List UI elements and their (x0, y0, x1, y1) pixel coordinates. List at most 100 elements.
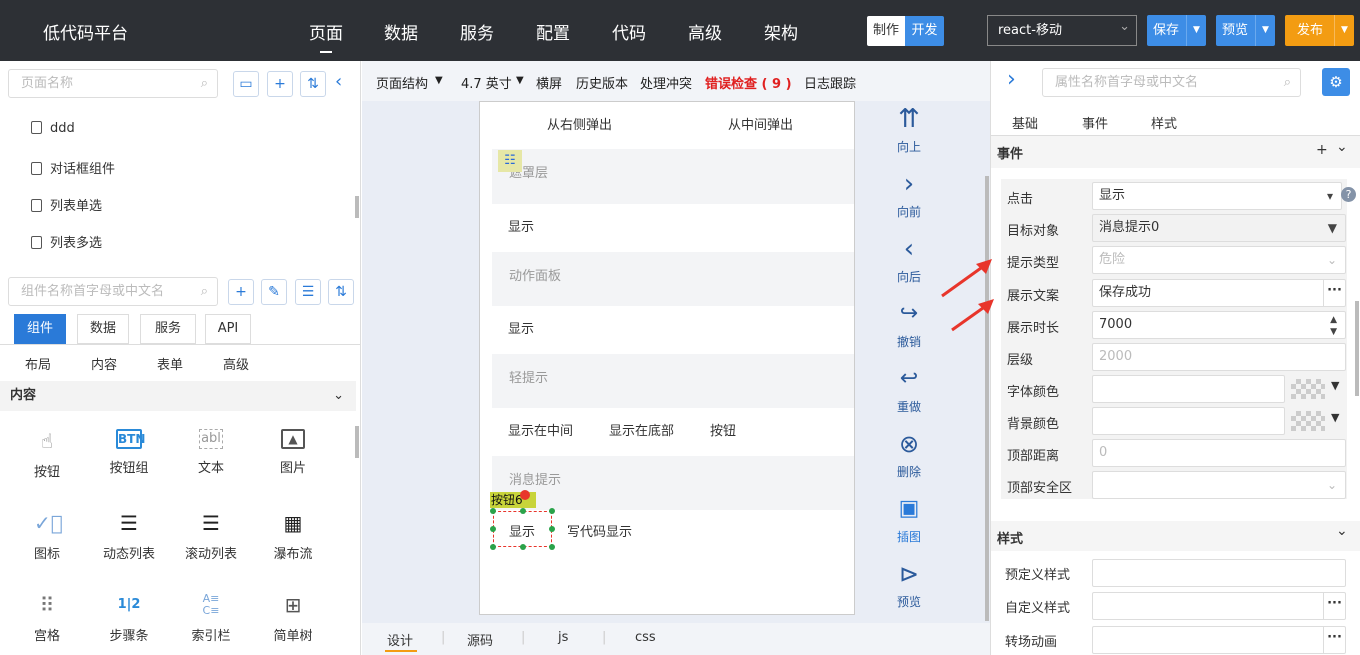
resize-handle[interactable] (520, 508, 526, 514)
resize-handle[interactable] (490, 508, 496, 514)
tab-css[interactable]: css (635, 630, 656, 645)
resize-handle[interactable] (549, 526, 555, 532)
scrollbar[interactable] (355, 196, 359, 218)
tab-data[interactable]: 数据 (77, 314, 129, 344)
more-icon[interactable]: ··· (1323, 280, 1345, 306)
component-scroll-list[interactable]: ☰ 滚动列表 (176, 511, 246, 562)
event-trigger-select[interactable]: 显示 ▾ (1092, 182, 1342, 210)
popup-center-button[interactable]: 从中间弹出 (728, 114, 793, 133)
list-order-icon[interactable]: ☰ (295, 279, 321, 305)
tip-type-select[interactable]: 危险 ⌄ (1092, 246, 1346, 274)
selection-box[interactable] (493, 511, 552, 547)
design-canvas[interactable]: 从右侧弹出 从中间弹出 遮罩层 ☷ 显示 动作面板 显示 轻提示 显示在中间 显… (362, 101, 990, 623)
stepper-icon[interactable]: ▲ ▼ (1330, 314, 1337, 338)
subtab-form[interactable]: 表单 (157, 354, 183, 373)
preview-play-button[interactable]: ⊳ 预览 (879, 559, 939, 610)
caret-down-icon[interactable]: ▼ (516, 75, 524, 86)
tab-component[interactable]: 组件 (14, 314, 66, 344)
subtab-advanced[interactable]: 高级 (223, 354, 249, 373)
mode-make-button[interactable]: 制作 (867, 16, 905, 46)
chevron-down-icon[interactable]: ⌄ (1336, 139, 1348, 155)
caret-down-icon[interactable]: ▼ (1255, 15, 1275, 46)
pin-icon[interactable] (520, 490, 530, 500)
target-select[interactable]: 消息提示0 ▼ (1092, 214, 1346, 242)
toast-center-button[interactable]: 显示在中间 (508, 420, 573, 439)
component-button[interactable]: ☝ 按钮 (12, 429, 82, 480)
delete-button[interactable]: ⊗ 删除 (879, 429, 939, 480)
component-image[interactable]: ▲ 图片 (258, 429, 328, 476)
nav-architecture[interactable]: 架构 (764, 19, 798, 44)
toast-bottom-button[interactable]: 显示在底部 (609, 420, 674, 439)
property-search-input[interactable]: 属性名称首字母或中文名 ⌕ (1042, 68, 1301, 97)
component-steps[interactable]: 1|2 步骤条 (94, 593, 164, 644)
predefined-style-input[interactable] (1092, 559, 1346, 587)
color-swatch[interactable] (1291, 411, 1325, 431)
color-swatch[interactable] (1291, 379, 1325, 399)
nav-advanced[interactable]: 高级 (688, 19, 722, 44)
page-item[interactable]: 列表单选 (31, 195, 102, 214)
mode-dev-button[interactable]: 开发 (905, 16, 944, 46)
component-text[interactable]: abl 文本 (176, 429, 246, 476)
caret-down-icon[interactable]: ▼ (1186, 15, 1206, 46)
mask-show-button[interactable]: 显示 (508, 216, 534, 235)
page-search-input[interactable]: 页面名称 ⌕ (8, 69, 218, 98)
sort-icon[interactable]: ⇅ (300, 71, 326, 97)
transition-input[interactable]: ··· (1092, 626, 1346, 654)
list-tool-icon[interactable]: ☷ (498, 150, 522, 172)
tab-js[interactable]: js (558, 630, 568, 645)
resize-handle[interactable] (490, 544, 496, 550)
style-section-header[interactable]: 样式 ⌄ (991, 521, 1360, 551)
add-page-icon[interactable]: + (267, 71, 293, 97)
device-size-select[interactable]: 4.7 英寸 (461, 73, 512, 92)
page-item[interactable]: 对话框组件 (31, 158, 115, 177)
component-dynamic-list[interactable]: ☰ 动态列表 (94, 511, 164, 562)
sort-icon[interactable]: ⇅ (328, 279, 354, 305)
more-icon[interactable]: ··· (1323, 593, 1345, 619)
resize-handle[interactable] (490, 526, 496, 532)
top-distance-input[interactable]: 0 (1092, 439, 1346, 467)
nav-data[interactable]: 数据 (384, 19, 418, 44)
component-icon[interactable]: ✓⃝ 图标 (12, 511, 82, 562)
history-button[interactable]: 历史版本 (576, 73, 628, 92)
subtab-content[interactable]: 内容 (91, 354, 117, 373)
scrollbar[interactable] (985, 176, 989, 621)
redo-button[interactable]: ↩ 重做 (879, 364, 939, 415)
app-select[interactable]: react-移动 (987, 12, 1137, 46)
component-simple-tree[interactable]: ⊞ 简单树 (258, 593, 328, 644)
tab-style[interactable]: 样式 (1151, 113, 1177, 132)
resize-handle[interactable] (549, 544, 555, 550)
add-component-icon[interactable]: + (228, 279, 254, 305)
z-index-input[interactable]: 2000 (1092, 343, 1346, 371)
tab-design[interactable]: 设计 (387, 630, 413, 649)
caret-down-icon[interactable]: ▼ (1334, 15, 1354, 46)
error-check-button[interactable]: 错误检查 ( 9 ) (705, 73, 792, 92)
events-section-header[interactable]: 事件 + ⌄ (991, 136, 1360, 168)
caret-down-icon[interactable]: ▼ (435, 75, 443, 86)
tab-source[interactable]: 源码 (467, 630, 493, 649)
nav-page[interactable]: 页面 (309, 19, 343, 53)
component-button-group[interactable]: BTN 按钮组 (94, 429, 164, 476)
component-grid[interactable]: ⠿ 宫格 (12, 593, 82, 644)
component-search-input[interactable]: 组件名称首字母或中文名 ⌕ (8, 277, 218, 306)
tab-api[interactable]: API (205, 314, 251, 344)
caret-down-icon[interactable]: ▼ (1331, 379, 1339, 392)
more-icon[interactable]: ··· (1323, 627, 1345, 653)
font-color-input[interactable] (1092, 375, 1285, 403)
resize-handle[interactable] (520, 544, 526, 550)
collapse-left-icon[interactable]: ‹ (335, 71, 342, 92)
chevron-right-icon[interactable]: › (1007, 67, 1016, 92)
duration-stepper[interactable]: 7000 ▲ ▼ (1092, 311, 1346, 339)
add-icon[interactable]: + (1316, 142, 1328, 158)
preview-button[interactable]: 预览 ▼ (1216, 15, 1275, 46)
page-item[interactable]: 列表多选 (31, 232, 102, 251)
section-header[interactable]: 内容 ⌄ (0, 381, 356, 411)
scrollbar[interactable] (1355, 301, 1359, 396)
page-item[interactable]: ddd (31, 121, 75, 136)
nav-code[interactable]: 代码 (612, 19, 646, 44)
move-forward-button[interactable]: › 向前 (879, 169, 939, 220)
background-color-input[interactable] (1092, 407, 1285, 435)
save-button[interactable]: 保存 ▼ (1147, 15, 1206, 46)
toast-button[interactable]: 按钮 (710, 420, 736, 439)
caret-down-icon[interactable]: ▼ (1331, 411, 1339, 424)
gear-icon[interactable]: ⚙ (1322, 68, 1350, 96)
